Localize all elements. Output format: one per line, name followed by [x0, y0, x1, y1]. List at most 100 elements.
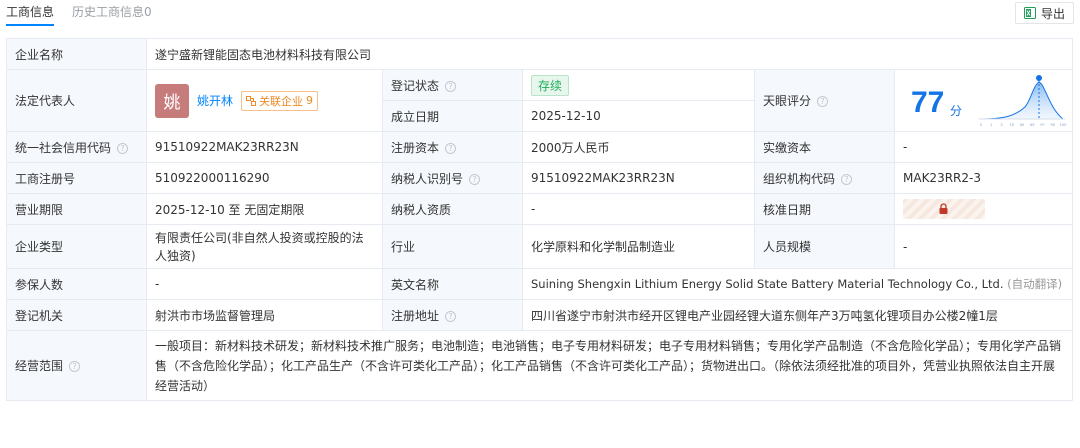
reg-status-label: 登记状态 [391, 78, 440, 93]
business-info-table: 企业名称 遂宁盛新锂能固态电池材料科技有限公司 法定代表人 姚 姚开林 关联企业… [6, 38, 1074, 401]
table-row: 企业类型 有限责任公司(非自然人投资或控股的法人独资) 行业 化学原料和化学制品… [6, 224, 1074, 269]
export-label: 导出 [1040, 6, 1065, 21]
table-row: 法定代表人 姚 姚开林 关联企业 9 登记状态? 存续 天眼评分? 77 分 0… [6, 69, 1074, 132]
org-code-label: 组织机构代码 [763, 171, 836, 186]
credit-code-value: 91510922MAK23RR23N [146, 131, 383, 163]
excel-icon [1023, 7, 1036, 19]
reg-status-label-cell: 登记状态? [382, 69, 523, 101]
score-tick-label: 100 [1060, 122, 1067, 127]
reg-number-label: 工商注册号 [6, 162, 147, 194]
table-row: 企业名称 遂宁盛新锂能固态电池材料科技有限公司 [6, 38, 1074, 70]
company-name-value: 遂宁盛新锂能固态电池材料科技有限公司 [145, 38, 1074, 70]
tab-bar: 工商信息 历史工商信息0 导出 [0, 0, 1080, 28]
paid-capital-label: 实缴资本 [754, 131, 895, 163]
score-unit: 分 [950, 104, 963, 118]
score-label: 天眼评分 [763, 94, 812, 108]
business-term-value: 2025-12-10 至 无固定期限 [146, 193, 383, 225]
help-icon[interactable]: ? [841, 173, 853, 185]
auto-translate-note: (自动翻译) [1007, 277, 1063, 291]
org-code-value: MAK23RR2-3 [893, 162, 1074, 194]
table-row: 参保人数 - 英文名称 Suining Shengxin Lithium Ene… [6, 268, 1074, 300]
related-companies-badge[interactable]: 关联企业 9 [241, 90, 319, 111]
taxpayer-qual-label: 纳税人资质 [382, 193, 523, 225]
reg-status-value-cell: 存续 [522, 69, 755, 101]
help-icon[interactable]: ? [69, 361, 81, 372]
score-tick-label: 99 [1051, 122, 1056, 127]
reg-address-value: 四川省遂宁市射洪市经开区锂电产业园经锂大道东侧年产3万吨氢化锂项目办公楼2幢1层 [521, 299, 1074, 331]
score-tick-label: 3 [1000, 122, 1003, 127]
taxpayer-id-label: 纳税人识别号 [391, 171, 464, 186]
avatar: 姚 [155, 83, 189, 118]
found-date-value: 2025-12-10 [522, 100, 755, 132]
insured-count-label: 参保人数 [6, 268, 147, 300]
related-companies-icon [246, 95, 257, 106]
reg-capital-value: 2000万人民币 [522, 131, 755, 163]
score-value: 77 [911, 86, 945, 119]
locked-value[interactable] [903, 199, 985, 219]
legal-rep-cell: 姚 姚开林 关联企业 9 [146, 69, 383, 132]
company-type-label: 企业类型 [6, 224, 147, 269]
taxpayer-id-label-cell: 纳税人识别号? [382, 162, 523, 194]
business-scope-label-cell: 经营范围? [6, 330, 147, 401]
staff-size-value: - [893, 224, 1074, 269]
credit-code-label: 统一社会信用代码 [15, 140, 112, 155]
score-label-cell: 天眼评分? [754, 69, 895, 132]
reg-capital-label-cell: 注册资本? [382, 131, 523, 163]
score-tick-label: 85 [1030, 122, 1035, 127]
reg-address-label: 注册地址 [391, 308, 440, 323]
org-code-label-cell: 组织机构代码? [754, 162, 895, 194]
company-type-value: 有限责任公司(非自然人投资或控股的法人独资) [146, 224, 383, 269]
help-icon[interactable]: ? [469, 173, 481, 185]
lock-icon [939, 203, 948, 214]
credit-code-label-cell: 统一社会信用代码? [6, 131, 147, 163]
table-row: 营业期限 2025-12-10 至 无固定期限 纳税人资质 - 核准日期 [6, 193, 1074, 225]
tab-business-info[interactable]: 工商信息 [6, 3, 54, 20]
found-date-label: 成立日期 [382, 100, 523, 132]
business-scope-value: 一般项目：新材料技术研发；新材料技术推广服务；电池制造；电池销售；电子专用材料研… [145, 330, 1074, 401]
industry-label: 行业 [382, 224, 523, 269]
score-tick-label: 97 [1040, 122, 1045, 127]
table-row: 工商注册号 510922000116290 纳税人识别号? 91510922MA… [6, 162, 1074, 194]
reg-authority-value: 射洪市市场监督管理局 [146, 299, 383, 331]
industry-value: 化学原料和化学制品制造业 [522, 224, 755, 269]
reg-capital-label: 注册资本 [391, 140, 440, 155]
help-icon[interactable]: ? [445, 80, 457, 92]
status-badge: 存续 [531, 74, 570, 96]
table-row: 统一社会信用代码? 91510922MAK23RR23N 注册资本? 2000万… [6, 131, 1074, 163]
english-name-cell: Suining Shengxin Lithium Energy Solid St… [521, 268, 1074, 300]
reg-authority-label: 登记机关 [6, 299, 147, 331]
help-icon[interactable]: ? [117, 142, 129, 154]
business-term-label: 营业期限 [6, 193, 147, 225]
score-cell[interactable]: 77 分 0 1 3 15 50 85 97 99 100 [893, 69, 1074, 132]
score-distribution-chart: 0 1 3 15 50 85 97 99 100 [978, 75, 1067, 127]
export-button[interactable]: 导出 [1014, 2, 1074, 24]
insured-count-value: - [146, 268, 383, 300]
active-tab-indicator [6, 24, 54, 26]
score-tick-label: 1 [990, 122, 993, 127]
reg-address-label-cell: 注册地址? [382, 299, 523, 331]
tab-history-business-info[interactable]: 历史工商信息0 [72, 3, 152, 20]
taxpayer-id-value: 91510922MAK23RR23N [522, 162, 755, 194]
english-name-value: Suining Shengxin Lithium Energy Solid St… [531, 277, 1004, 291]
score-tick-label: 0 [980, 122, 983, 127]
help-icon[interactable]: ? [445, 310, 457, 322]
paid-capital-value: - [893, 131, 1074, 163]
company-name-label: 企业名称 [6, 38, 147, 70]
related-companies-label: 关联企业 [259, 94, 304, 108]
english-name-label: 英文名称 [382, 268, 523, 300]
taxpayer-qual-value: - [522, 193, 755, 225]
legal-rep-label: 法定代表人 [6, 69, 147, 132]
business-scope-label: 经营范围 [15, 359, 64, 373]
legal-rep-name-link[interactable]: 姚开林 [197, 92, 233, 109]
approval-date-label: 核准日期 [754, 193, 895, 225]
help-icon[interactable]: ? [817, 96, 829, 107]
help-icon[interactable]: ? [445, 142, 457, 154]
score-tick-label: 50 [1020, 122, 1025, 127]
approval-date-value [893, 193, 1074, 225]
table-row: 登记机关 射洪市市场监督管理局 注册地址? 四川省遂宁市射洪市经开区锂电产业园经… [6, 299, 1074, 331]
reg-number-value: 510922000116290 [146, 162, 383, 194]
staff-size-label: 人员规模 [754, 224, 895, 269]
table-row: 经营范围? 一般项目：新材料技术研发；新材料技术推广服务；电池制造；电池销售；电… [6, 330, 1074, 401]
score-tick-label: 15 [1010, 122, 1015, 127]
related-companies-count: 9 [306, 94, 314, 107]
